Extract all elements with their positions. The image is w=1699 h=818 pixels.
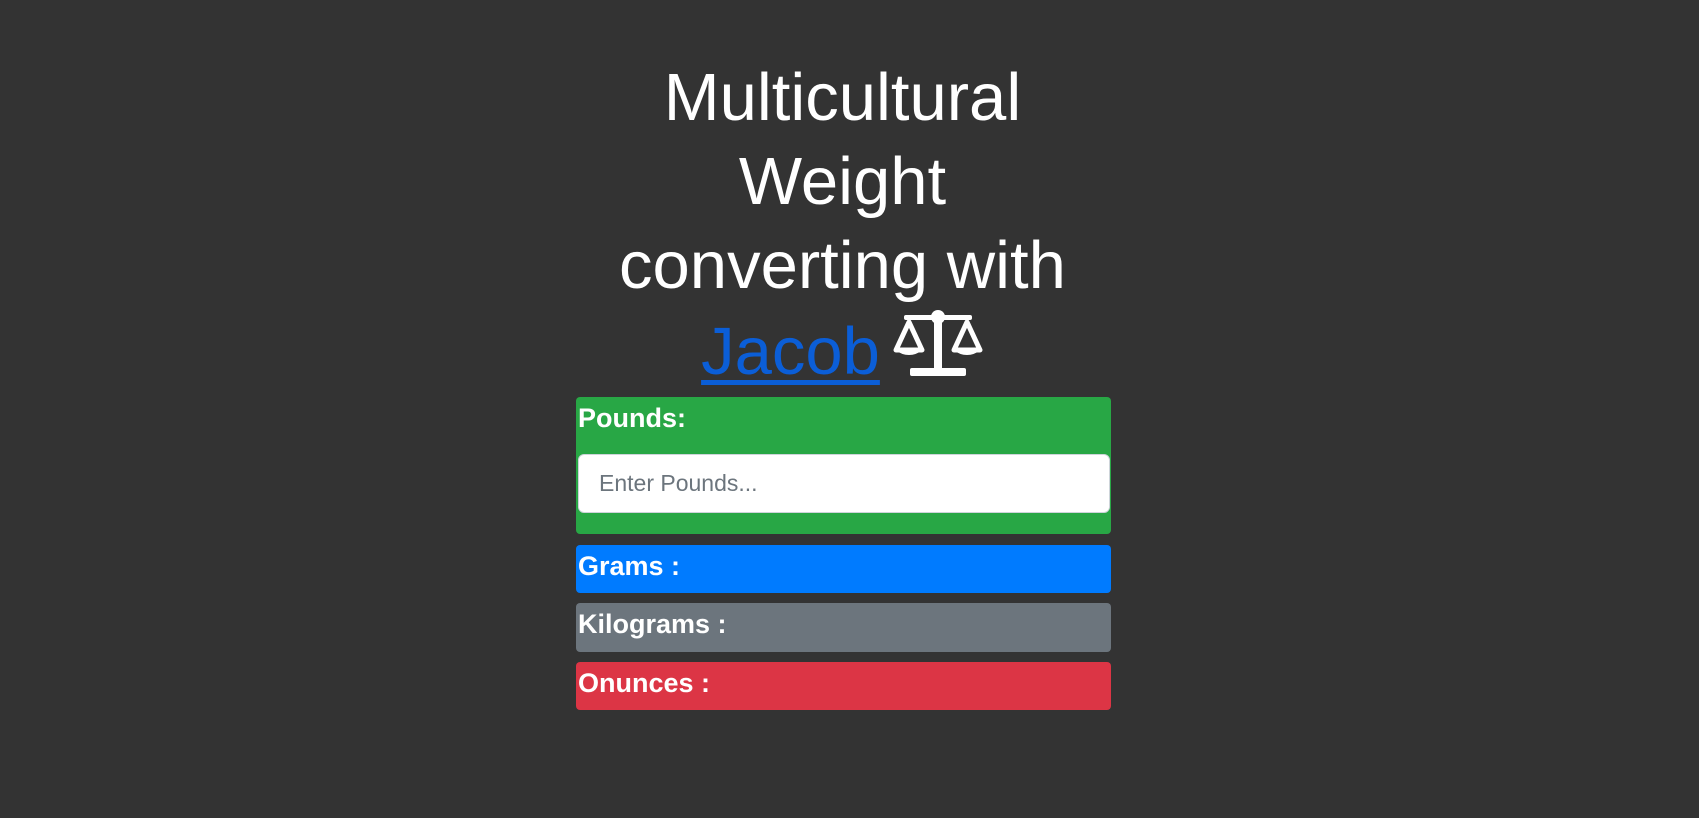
- title-line-2: Weight: [738, 144, 947, 219]
- title-line-1: Multicultural: [663, 60, 1022, 135]
- ounces-label: Onunces :: [578, 668, 711, 698]
- ounces-card: Onunces :: [576, 662, 1111, 710]
- grams-card: Grams :: [576, 545, 1111, 593]
- page: Multicultural Weight converting with Jac…: [0, 0, 1699, 818]
- balance-scale-icon: [893, 310, 983, 376]
- kilograms-card: Kilograms :: [576, 603, 1111, 652]
- pounds-label: Pounds:: [578, 403, 686, 433]
- kilograms-label: Kilograms :: [578, 609, 727, 639]
- page-title: Multicultural Weight converting with Jac…: [576, 56, 1109, 394]
- pounds-input[interactable]: [578, 454, 1110, 513]
- title-line-4: Jacob: [576, 308, 1109, 394]
- author-link[interactable]: Jacob: [701, 314, 880, 389]
- pounds-card: Pounds:: [576, 397, 1111, 534]
- grams-label: Grams :: [578, 551, 681, 581]
- title-line-3: converting with: [619, 228, 1066, 303]
